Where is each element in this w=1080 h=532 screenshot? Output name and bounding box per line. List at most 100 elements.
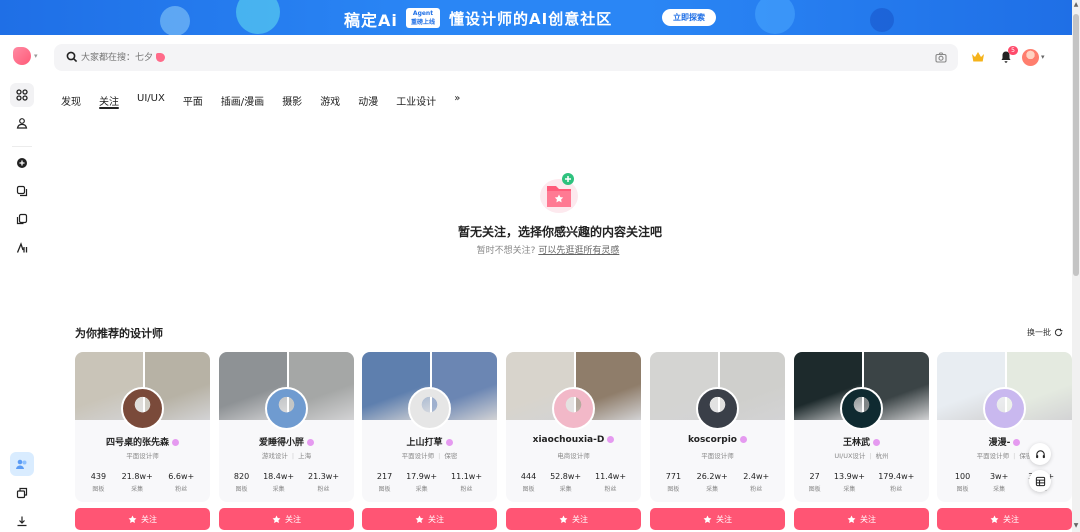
follow-label: 关注 bbox=[716, 514, 732, 524]
user-avatar[interactable] bbox=[1022, 49, 1039, 66]
layout-button[interactable] bbox=[1029, 470, 1051, 492]
follow-button[interactable]: 关注 bbox=[219, 508, 354, 530]
stat-label: 图板 bbox=[235, 486, 248, 493]
support-button[interactable] bbox=[1029, 443, 1051, 465]
designer-meta-item: 保密 bbox=[444, 452, 458, 460]
banner-badge: Agent 重磅上线 bbox=[406, 8, 440, 28]
verified-badge-icon bbox=[307, 439, 314, 446]
stat-value: 11.4w+ bbox=[594, 472, 627, 481]
search-input[interactable] bbox=[81, 48, 921, 67]
sidebar-item-profile[interactable] bbox=[10, 111, 34, 135]
designer-card[interactable]: xiaochouxia-D 电商设计师 444 图板 52.8w+ 采集 11.4w+ 粉丝 bbox=[506, 352, 641, 502]
collection-icon bbox=[16, 185, 28, 197]
designer-card[interactable]: 上山打草 平面设计师 | 保密 217 图板 17.9w+ 采集 11.1w+ 粉丝 bbox=[362, 352, 497, 502]
designer-name[interactable]: 漫漫- bbox=[937, 435, 1072, 448]
stat-item: 21.8w+ 采集 bbox=[122, 472, 153, 493]
designer-card[interactable]: 漫漫-平面设计师|保密100图板3w+采集3.6w+粉丝 bbox=[937, 352, 1072, 502]
tab-1[interactable]: 关注 bbox=[99, 93, 119, 111]
logo-chevron-down-icon[interactable]: ▾ bbox=[34, 52, 38, 60]
scroll-down-arrow[interactable]: ▼ bbox=[1073, 522, 1079, 530]
banner-decoration bbox=[236, 0, 280, 34]
designer-avatar[interactable] bbox=[408, 387, 451, 430]
stat-item: 100 图板 bbox=[955, 472, 970, 493]
designer-card[interactable]: koscorpio 平面设计师 771 图板 26.2w+ 采集 2.4w+ 粉丝 bbox=[650, 352, 785, 502]
follow-label: 关注 bbox=[572, 514, 588, 524]
follow-button[interactable]: 关注 bbox=[506, 508, 641, 530]
designer-card[interactable]: 王林武 UI/UX设计 | 杭州 27 图板 13.9w+ 采集 179.4w+ 粉丝 bbox=[794, 352, 929, 502]
browse-all-link[interactable]: 可以先逛逛所有灵感 bbox=[538, 246, 619, 256]
banner-brand: 稿定Ai bbox=[344, 11, 398, 30]
stat-value: 100 bbox=[954, 472, 971, 481]
sidebar-item-plugin[interactable] bbox=[10, 481, 34, 505]
banner-decoration bbox=[870, 8, 894, 32]
follow-button[interactable]: 关注 bbox=[75, 508, 210, 530]
tab-6[interactable]: 游戏 bbox=[320, 93, 340, 111]
designer-stats: 100图板3w+采集3.6w+粉丝 bbox=[937, 472, 1072, 493]
stat-label: 采集 bbox=[272, 486, 285, 493]
tab-9[interactable]: » bbox=[454, 93, 460, 111]
tab-4[interactable]: 插画/漫画 bbox=[221, 93, 264, 111]
designer-meta: UI/UX设计 | 杭州 bbox=[794, 450, 929, 460]
follow-button[interactable]: 关注 bbox=[794, 508, 929, 530]
grid-icon bbox=[16, 89, 28, 101]
designer-card[interactable]: 爱睡得小胖 游戏设计 | 上海 820 图板 18.4w+ 采集 21.3w+ 粉丝 bbox=[219, 352, 354, 502]
verified-badge-icon bbox=[739, 436, 747, 443]
designer-meta: 电商设计师 bbox=[506, 450, 641, 460]
designer-name[interactable]: 爱睡得小胖 bbox=[219, 435, 354, 448]
logo[interactable] bbox=[13, 47, 31, 65]
designer-name[interactable]: koscorpio bbox=[650, 435, 785, 445]
designer-name-text: xiaochouxia-D bbox=[532, 435, 605, 445]
plugin-icon bbox=[16, 487, 28, 499]
badge-line-2: 重磅上线 bbox=[410, 19, 435, 26]
designer-avatar[interactable] bbox=[696, 387, 739, 430]
refresh-button[interactable]: 换一批 bbox=[1027, 327, 1063, 338]
camera-icon[interactable] bbox=[935, 52, 947, 63]
designer-name[interactable]: xiaochouxia-D bbox=[506, 435, 641, 445]
sidebar-item-create[interactable] bbox=[10, 151, 34, 175]
stat-label: 粉丝 bbox=[750, 486, 763, 493]
designer-avatar[interactable] bbox=[121, 387, 164, 430]
stat-item: 27 图板 bbox=[809, 472, 821, 493]
designer-meta-item: 上海 bbox=[298, 452, 312, 460]
sidebar-item-discover[interactable] bbox=[10, 83, 34, 107]
designer-name[interactable]: 王林武 bbox=[794, 435, 929, 448]
stat-label: 采集 bbox=[559, 486, 572, 493]
designer-name[interactable]: 上山打草 bbox=[362, 435, 497, 448]
follow-label: 关注 bbox=[428, 514, 444, 524]
stat-item: 771 图板 bbox=[666, 472, 681, 493]
sidebar-item-download[interactable] bbox=[10, 509, 34, 532]
stat-value: 27 bbox=[809, 472, 820, 481]
verified-badge-icon bbox=[1013, 439, 1021, 446]
stat-value: 217 bbox=[376, 472, 393, 481]
tab-0[interactable]: 发现 bbox=[61, 93, 81, 111]
user-chevron-down-icon[interactable]: ▾ bbox=[1041, 53, 1045, 61]
empty-subtitle-text: 暂时不想关注? bbox=[476, 246, 536, 256]
stat-label: 图板 bbox=[956, 486, 969, 493]
tab-2[interactable]: UI/UX bbox=[137, 93, 165, 111]
search-bar[interactable] bbox=[54, 44, 958, 71]
sidebar-team-avatar[interactable] bbox=[10, 452, 34, 476]
tab-5[interactable]: 摄影 bbox=[282, 93, 302, 111]
follow-button[interactable]: 关注 bbox=[650, 508, 785, 530]
crown-icon[interactable] bbox=[971, 51, 985, 63]
sidebar-item-collection[interactable] bbox=[10, 179, 34, 203]
banner-explore-button[interactable]: 立即探索 bbox=[662, 9, 716, 26]
tab-8[interactable]: 工业设计 bbox=[396, 93, 436, 111]
tab-7[interactable]: 动漫 bbox=[358, 93, 378, 111]
designer-card[interactable]: 四号桌的张先森 平面设计师 439 图板 21.8w+ 采集 6.6w+ 粉丝 bbox=[75, 352, 210, 502]
search-hot-tag-icon bbox=[156, 53, 165, 62]
follow-button[interactable]: 关注 bbox=[362, 508, 497, 530]
verified-badge-icon bbox=[445, 439, 453, 446]
designer-avatar[interactable] bbox=[552, 387, 595, 430]
designer-avatar[interactable] bbox=[983, 387, 1026, 430]
designer-avatar[interactable] bbox=[265, 387, 308, 430]
scroll-up-arrow[interactable]: ▲ bbox=[1073, 1, 1079, 9]
tab-3[interactable]: 平面 bbox=[183, 93, 203, 111]
designer-meta-item: 电商设计师 bbox=[557, 452, 590, 460]
designer-name[interactable]: 四号桌的张先森 bbox=[75, 435, 210, 448]
designer-name-text: 爱睡得小胖 bbox=[258, 438, 304, 448]
follow-button[interactable]: 关注 bbox=[937, 508, 1072, 530]
designer-avatar[interactable] bbox=[840, 387, 883, 430]
verified-badge-icon bbox=[873, 439, 880, 446]
top-banner[interactable]: 稿定Ai Agent 重磅上线 懂设计师的AI创意社区 立即探索 bbox=[0, 0, 1072, 35]
